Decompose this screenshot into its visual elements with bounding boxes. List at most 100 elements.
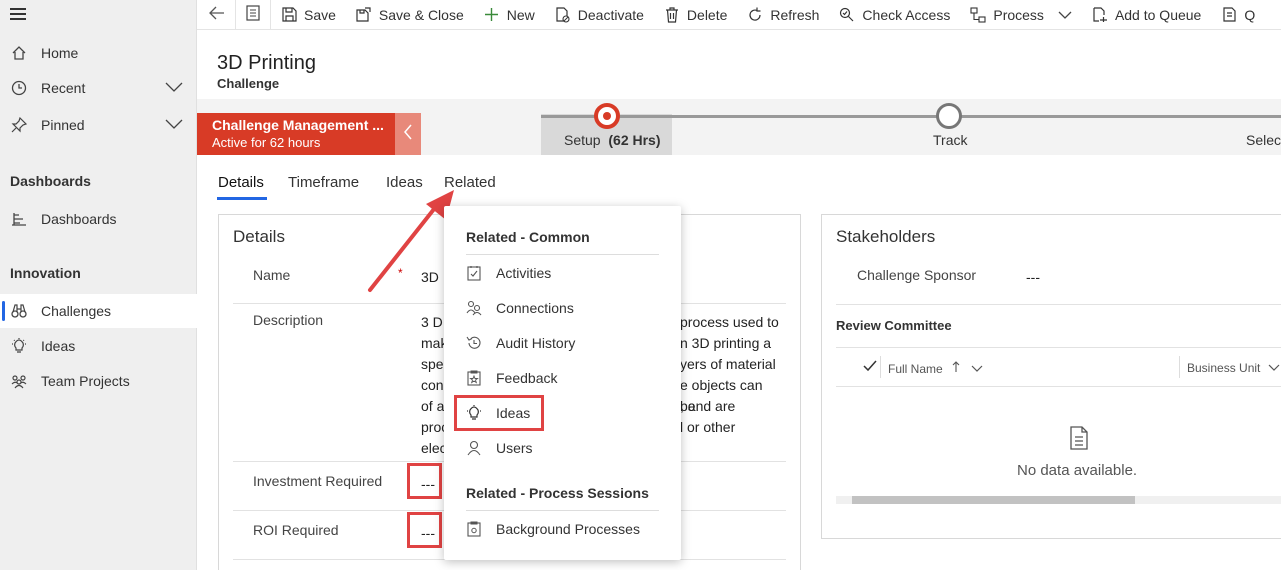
stage-track-dot[interactable] bbox=[936, 103, 962, 129]
check-access-label: Check Access bbox=[862, 6, 951, 23]
menu-item-users[interactable]: Users bbox=[466, 433, 666, 463]
record-title: 3D Printing bbox=[217, 52, 316, 74]
save-button[interactable]: Save bbox=[271, 0, 346, 30]
sidebar-section-dashboards: Dashboards bbox=[10, 173, 91, 189]
pin-icon bbox=[10, 116, 28, 134]
menu-item-background-processes[interactable]: Background Processes bbox=[466, 514, 666, 544]
sort-ascending-icon bbox=[952, 361, 963, 376]
chevron-down-icon[interactable] bbox=[165, 117, 183, 133]
sidebar: Home Recent Pinned Dashboards Dashboards… bbox=[0, 0, 197, 570]
save-icon bbox=[281, 7, 297, 23]
stage-setup-label[interactable]: Setup (62 Hrs) bbox=[564, 132, 661, 148]
chevron-down-icon[interactable] bbox=[165, 80, 183, 96]
menu-divider bbox=[466, 254, 659, 255]
column-header-business-unit[interactable]: Business Unit bbox=[1187, 361, 1280, 375]
column-divider bbox=[1179, 356, 1180, 378]
select-all-checkmark-icon[interactable] bbox=[863, 359, 877, 375]
new-label: New bbox=[506, 6, 535, 23]
process-status: Active for 62 hours bbox=[212, 135, 321, 150]
user-icon bbox=[466, 440, 482, 456]
sidebar-item-team-projects[interactable]: Team Projects bbox=[0, 364, 197, 398]
related-process-sessions-header: Related - Process Sessions bbox=[466, 485, 649, 501]
home-icon bbox=[10, 44, 28, 62]
stage-track-label[interactable]: Track bbox=[933, 132, 967, 148]
dashboard-icon bbox=[10, 210, 28, 228]
challenge-sponsor-field[interactable]: --- bbox=[1026, 269, 1040, 285]
sidebar-item-challenges[interactable]: Challenges bbox=[0, 294, 197, 328]
feedback-icon bbox=[466, 370, 482, 386]
query-button[interactable]: Q bbox=[1211, 0, 1265, 30]
collapse-process-button[interactable] bbox=[395, 113, 421, 155]
description-line: yers of material bbox=[680, 356, 776, 372]
refresh-label: Refresh bbox=[770, 6, 820, 23]
sidebar-section-innovation: Innovation bbox=[10, 265, 81, 281]
menu-item-connections[interactable]: Connections bbox=[466, 293, 666, 323]
sidebar-item-dashboards[interactable]: Dashboards bbox=[0, 202, 197, 236]
back-arrow-icon bbox=[209, 6, 225, 23]
delete-button[interactable]: Delete bbox=[654, 0, 737, 30]
deactivate-button[interactable]: Deactivate bbox=[545, 0, 654, 30]
save-and-close-button[interactable]: Save & Close bbox=[346, 0, 474, 30]
stage-duration: (62 Hrs) bbox=[608, 132, 661, 148]
chevron-down-icon bbox=[1268, 361, 1280, 375]
stage-select-label[interactable]: Select bbox=[1246, 132, 1281, 148]
deactivate-icon bbox=[555, 6, 571, 23]
sidebar-item-label: Pinned bbox=[41, 117, 85, 133]
menu-item-label: Background Processes bbox=[496, 521, 640, 537]
empty-document-icon bbox=[1069, 426, 1089, 453]
chevron-down-icon bbox=[971, 362, 983, 376]
sidebar-item-label: Recent bbox=[41, 80, 86, 96]
save-and-close-label: Save & Close bbox=[378, 6, 464, 23]
stage-setup-dot[interactable] bbox=[594, 103, 620, 129]
process-name: Challenge Management ... bbox=[212, 117, 384, 133]
stage-name: Setup bbox=[564, 132, 601, 148]
add-to-queue-button[interactable]: Add to Queue bbox=[1082, 0, 1211, 30]
menu-item-label: Activities bbox=[496, 265, 552, 281]
menu-item-feedback[interactable]: Feedback bbox=[466, 363, 666, 393]
menu-item-activities[interactable]: Activities bbox=[466, 258, 666, 288]
chevron-left-icon bbox=[403, 124, 413, 145]
process-button[interactable]: Process bbox=[960, 0, 1082, 30]
team-icon bbox=[10, 372, 28, 390]
check-access-button[interactable]: Check Access bbox=[829, 0, 960, 30]
process-flyout-button[interactable]: Challenge Management ... Active for 62 h… bbox=[197, 113, 395, 155]
description-line: process used to bbox=[680, 314, 779, 330]
sidebar-item-pinned[interactable]: Pinned bbox=[0, 108, 197, 142]
menu-item-audit-history[interactable]: Audit History bbox=[466, 328, 666, 358]
menu-item-label: Audit History bbox=[496, 335, 576, 351]
scrollbar-thumb[interactable] bbox=[852, 496, 1135, 504]
review-committee-title: Review Committee bbox=[836, 318, 952, 333]
description-line: of a bbox=[421, 398, 445, 414]
deactivate-label: Deactivate bbox=[577, 6, 644, 23]
refresh-button[interactable]: Refresh bbox=[737, 0, 829, 30]
hamburger-menu-icon[interactable] bbox=[10, 8, 28, 22]
new-button[interactable]: New bbox=[474, 0, 545, 30]
sidebar-item-ideas[interactable]: Ideas bbox=[0, 329, 197, 363]
menu-item-label: Connections bbox=[496, 300, 574, 316]
command-bar: Save Save & Close New Deactivate Delete … bbox=[197, 0, 1281, 30]
highlight-box bbox=[407, 463, 442, 499]
stakeholders-section-title: Stakeholders bbox=[836, 227, 936, 246]
query-label: Q bbox=[1244, 6, 1256, 23]
sidebar-item-recent[interactable]: Recent bbox=[0, 71, 197, 105]
save-close-icon bbox=[356, 7, 372, 23]
sidebar-item-home[interactable]: Home bbox=[0, 36, 197, 70]
tab-ideas[interactable]: Ideas bbox=[386, 174, 423, 191]
tab-related[interactable]: Related bbox=[444, 174, 496, 191]
tab-timeframe[interactable]: Timeframe bbox=[288, 174, 359, 191]
chevron-down-icon bbox=[1058, 7, 1072, 23]
form-selector-button[interactable] bbox=[236, 0, 270, 30]
highlight-box bbox=[407, 512, 442, 548]
save-label: Save bbox=[304, 6, 336, 23]
description-line: elec bbox=[421, 440, 447, 456]
column-header-full-name[interactable]: Full Name bbox=[888, 361, 983, 376]
grid-divider bbox=[836, 347, 1281, 348]
back-button[interactable] bbox=[197, 0, 235, 30]
activities-icon bbox=[466, 265, 482, 281]
tab-details[interactable]: Details bbox=[218, 174, 264, 191]
description-line: con bbox=[421, 377, 444, 393]
name-label: Name bbox=[253, 267, 291, 283]
process-icon bbox=[970, 6, 986, 23]
horizontal-scrollbar[interactable] bbox=[836, 496, 1281, 504]
history-icon bbox=[466, 335, 482, 351]
